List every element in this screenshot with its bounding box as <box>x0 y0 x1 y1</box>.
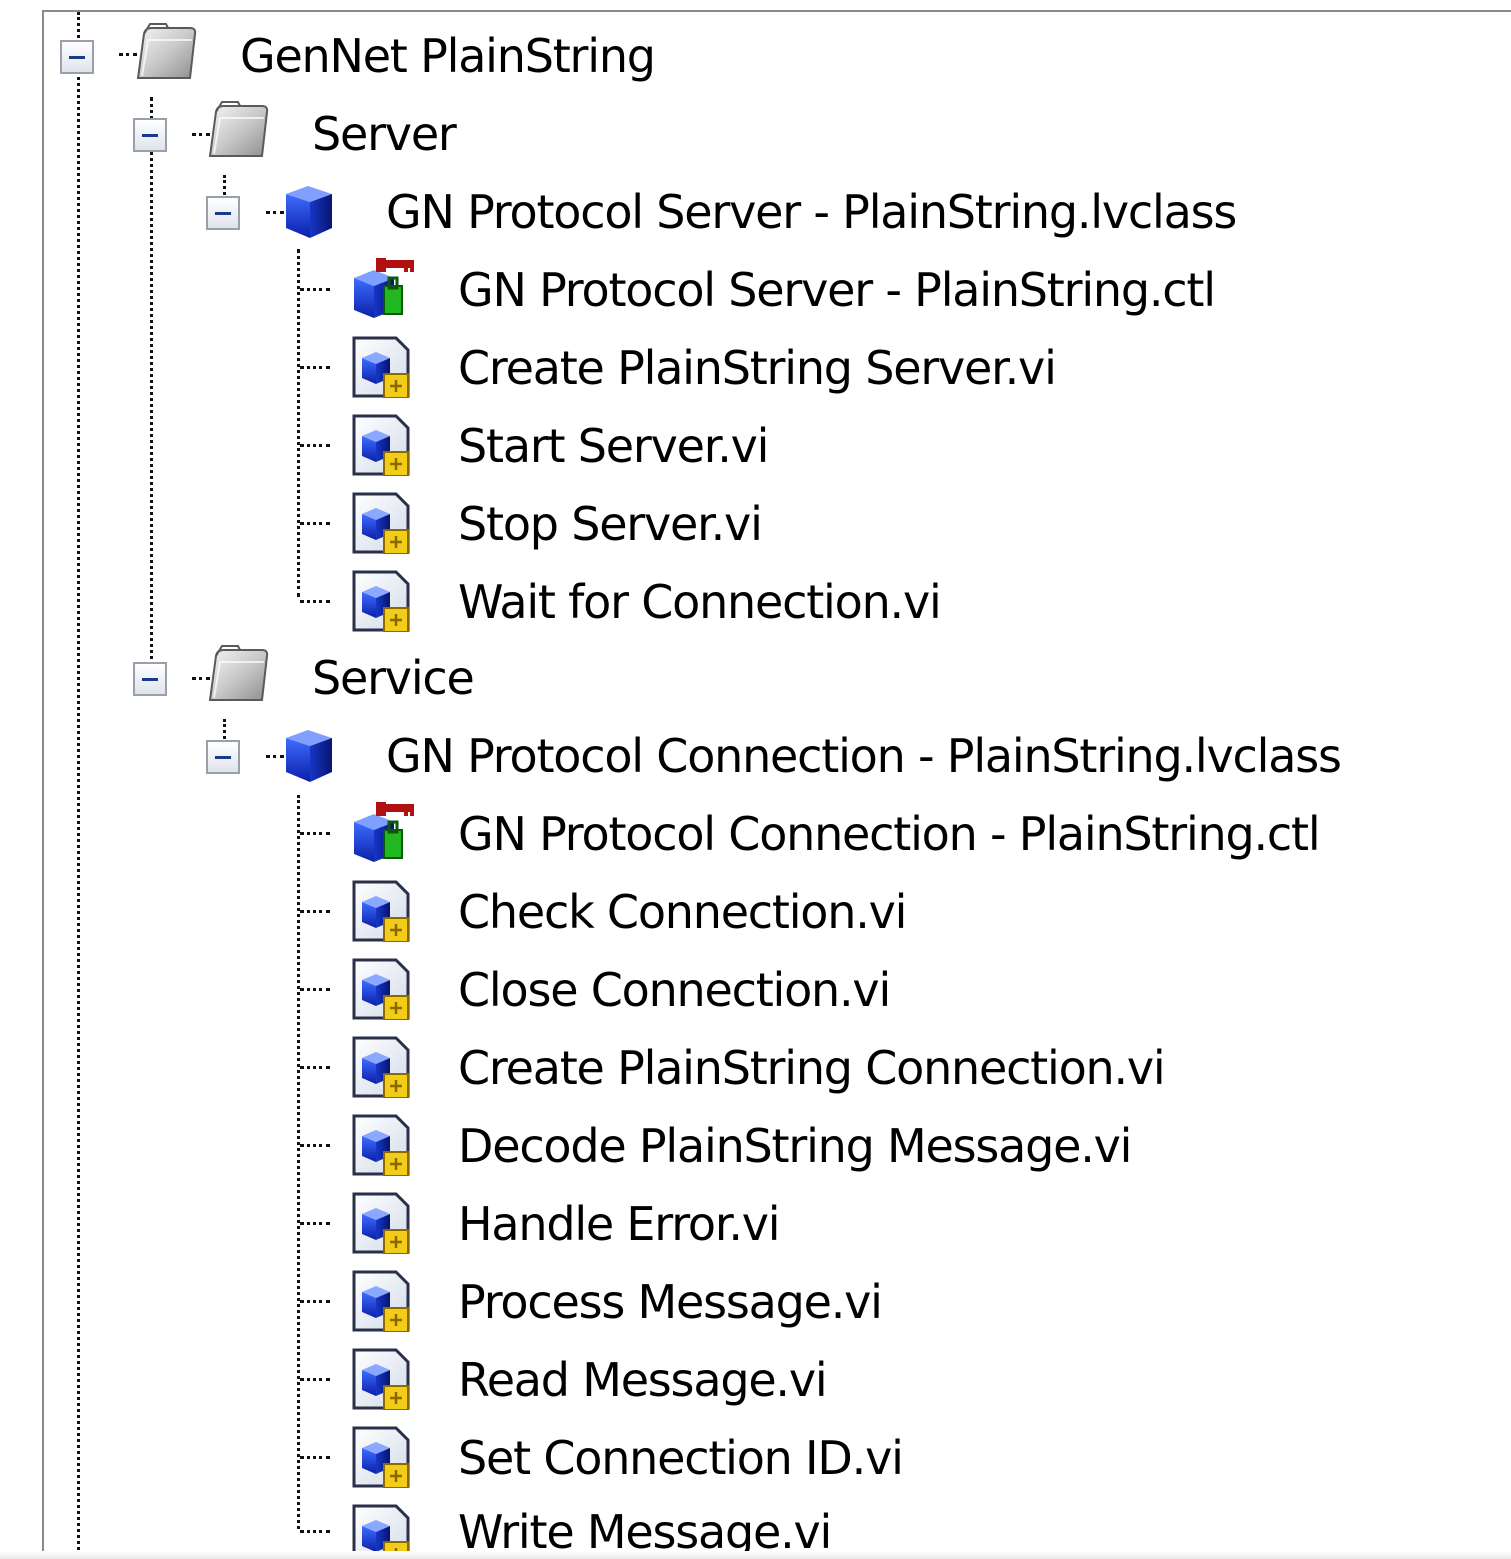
vi-icon <box>352 880 410 942</box>
tree-node-service-class[interactable]: GN Protocol Connection - PlainString.lvc… <box>44 716 1464 794</box>
tree-branch <box>300 1378 330 1381</box>
vi-icon <box>352 1348 410 1410</box>
tree-node-label: Process Message.vi <box>458 1275 883 1329</box>
vi-icon <box>352 570 410 632</box>
vi-icon <box>352 958 410 1020</box>
tree-branch <box>300 910 330 913</box>
tree-branch <box>300 600 330 603</box>
tree-node-label: Handle Error.vi <box>458 1197 781 1251</box>
tree-branch <box>300 988 330 991</box>
tree-branch <box>300 1222 330 1225</box>
tree-node-server-vi[interactable]: Start Server.vi <box>44 406 844 484</box>
tree-node-service-vi[interactable]: Read Message.vi <box>44 1340 944 1418</box>
private-data-control-icon <box>352 256 416 320</box>
project-explorer-window: GenNet PlainString Server GN Protocol Se… <box>0 0 1511 1559</box>
tree-node-service-vi[interactable]: Handle Error.vi <box>44 1184 944 1262</box>
vi-icon <box>352 1114 410 1176</box>
tree-node-service-vi[interactable]: Decode PlainString Message.vi <box>44 1106 1294 1184</box>
tree-branch <box>300 366 330 369</box>
folder-icon <box>209 645 269 701</box>
tree-node-service-vi[interactable]: Create PlainString Connection.vi <box>44 1028 1294 1106</box>
tree-branch <box>300 1300 330 1303</box>
tree-node-server-vi[interactable]: Stop Server.vi <box>44 484 844 562</box>
tree-node-service-vi[interactable]: Write Message.vi <box>44 1496 944 1559</box>
tree-node-label: Server <box>312 107 457 161</box>
collapse-toggle[interactable] <box>206 740 240 774</box>
tree-branch <box>300 832 330 835</box>
vi-icon <box>352 1192 410 1254</box>
tree-node-service-vi[interactable]: Close Connection.vi <box>44 950 1044 1028</box>
tree-node-server-vi[interactable]: Create PlainString Server.vi <box>44 328 1144 406</box>
tree-node-label: Read Message.vi <box>458 1353 828 1407</box>
tree-branch <box>300 1530 330 1533</box>
lvclass-icon <box>286 186 332 238</box>
tree-node-label: Close Connection.vi <box>458 963 891 1017</box>
vi-icon <box>352 492 410 554</box>
project-tree[interactable]: GenNet PlainString Server GN Protocol Se… <box>42 10 1511 1559</box>
tree-node-label: GN Protocol Connection - PlainString.lvc… <box>386 729 1342 783</box>
tree-node-label: Create PlainString Connection.vi <box>458 1041 1166 1095</box>
collapse-toggle[interactable] <box>206 196 240 230</box>
tree-node-label: Wait for Connection.vi <box>458 575 942 629</box>
tree-node-label: Service <box>312 651 475 705</box>
tree-node-server-ctl[interactable]: GN Protocol Server - PlainString.ctl <box>44 250 1344 328</box>
tree-node-label: Set Connection ID.vi <box>458 1431 904 1485</box>
vi-icon <box>352 1270 410 1332</box>
tree-node-label: GenNet PlainString <box>240 29 656 83</box>
tree-node-label: Start Server.vi <box>458 419 769 473</box>
tree-node-service-ctl[interactable]: GN Protocol Connection - PlainString.ctl <box>44 794 1464 872</box>
tree-node-label: Stop Server.vi <box>458 497 763 551</box>
tree-node-service-folder[interactable]: Service <box>44 638 544 716</box>
bottom-edge-shadow <box>0 1551 1511 1559</box>
collapse-toggle[interactable] <box>133 118 167 152</box>
collapse-toggle[interactable] <box>133 662 167 696</box>
tree-node-label: GN Protocol Server - PlainString.ctl <box>458 263 1216 317</box>
vi-icon <box>352 414 410 476</box>
tree-node-label: GN Protocol Connection - PlainString.ctl <box>458 807 1321 861</box>
private-data-control-icon <box>352 800 416 864</box>
vi-icon <box>352 1426 410 1488</box>
tree-node-server-vi[interactable]: Wait for Connection.vi <box>44 562 1044 640</box>
tree-node-label: Create PlainString Server.vi <box>458 341 1057 395</box>
tree-branch <box>300 522 330 525</box>
folder-icon <box>137 23 197 79</box>
vi-icon <box>352 1036 410 1098</box>
tree-node-label: Check Connection.vi <box>458 885 907 939</box>
tree-node-service-vi[interactable]: Process Message.vi <box>44 1262 1044 1340</box>
lvclass-icon <box>286 730 332 782</box>
tree-node-root[interactable]: GenNet PlainString <box>44 16 744 94</box>
tree-node-server-folder[interactable]: Server <box>44 94 544 172</box>
tree-node-server-class[interactable]: GN Protocol Server - PlainString.lvclass <box>44 172 1344 250</box>
tree-node-label: Decode PlainString Message.vi <box>458 1119 1132 1173</box>
vi-icon <box>352 336 410 398</box>
panel-margin <box>0 0 42 1559</box>
tree-branch <box>300 288 330 291</box>
tree-branch <box>300 444 330 447</box>
tree-branch <box>300 1456 330 1459</box>
tree-node-label: GN Protocol Server - PlainString.lvclass <box>386 185 1237 239</box>
folder-icon <box>209 101 269 157</box>
tree-node-service-vi[interactable]: Set Connection ID.vi <box>44 1418 1044 1496</box>
tree-branch <box>300 1144 330 1147</box>
tree-branch <box>300 1066 330 1069</box>
collapse-toggle[interactable] <box>60 40 94 74</box>
tree-node-service-vi[interactable]: Check Connection.vi <box>44 872 1044 950</box>
